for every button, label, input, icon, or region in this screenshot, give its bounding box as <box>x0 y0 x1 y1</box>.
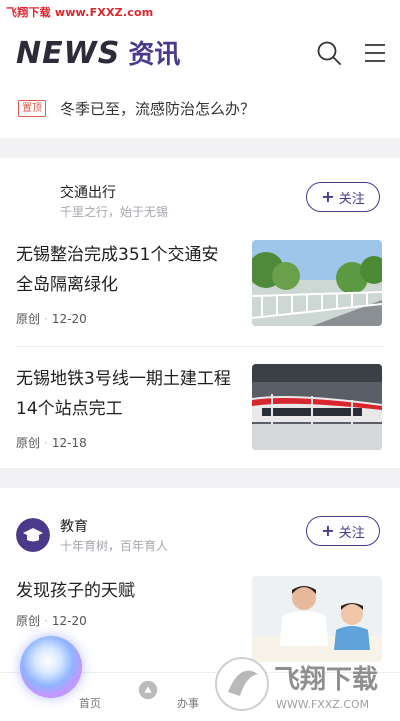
app-header: NEWS 资讯 <box>0 28 400 78</box>
graduation-cap-icon <box>16 518 50 552</box>
section-header-education: 教育 十年育树，百年育人 + 关注 <box>0 510 400 558</box>
plus-icon: + <box>321 187 335 206</box>
brand-en: NEWS <box>16 36 121 71</box>
brand-logo: NEWS 资讯 <box>16 34 180 71</box>
assistant-orb-button[interactable] <box>20 636 82 698</box>
follow-button[interactable]: + 关注 <box>306 516 380 546</box>
article-title: 无锡地铁3号线一期土建工程14个站点完工 <box>16 369 231 419</box>
article-meta: 原创 · 12-20 <box>16 614 87 628</box>
article-source: 原创 <box>16 312 41 326</box>
follow-button[interactable]: + 关注 <box>306 182 380 212</box>
watermark-logo-url: WWW.FXXZ.COM <box>276 698 369 711</box>
section-separator <box>0 468 400 488</box>
article-title: 无锡整治完成351个交通安全岛隔离绿化 <box>16 245 219 295</box>
article-meta: 原创 · 12-20 <box>16 312 87 326</box>
search-icon[interactable] <box>316 40 342 66</box>
section-name[interactable]: 教育 <box>60 516 88 536</box>
article-date: 12-20 <box>51 312 87 326</box>
pinned-news[interactable]: 置顶 冬季已至，流感防治怎么办？ <box>0 90 400 126</box>
article-date: 12-20 <box>51 614 87 628</box>
pinned-title: 冬季已至，流感防治怎么办？ <box>60 99 256 118</box>
menu-icon[interactable] <box>362 40 388 66</box>
section-name[interactable]: 交通出行 <box>60 182 116 202</box>
article-source: 原创 <box>16 436 41 450</box>
plus-icon: + <box>321 521 335 540</box>
follow-label: 关注 <box>338 525 365 541</box>
section-separator <box>0 138 400 158</box>
divider <box>16 346 384 347</box>
section-subtitle: 千里之行，始于无锡 <box>60 205 169 219</box>
pinned-badge: 置顶 <box>18 99 46 117</box>
brand-cn: 资讯 <box>128 40 181 70</box>
article-thumbnail-metro-image <box>252 364 382 450</box>
article-title: 发现孩子的天赋 <box>16 581 135 601</box>
watermark-logo-cn: 飞翔下载 <box>274 665 378 695</box>
section-header-traffic: 交通出行 千里之行，始于无锡 + 关注 <box>0 176 400 224</box>
section-avatar <box>16 184 50 218</box>
article-date: 12-18 <box>51 436 87 450</box>
follow-label: 关注 <box>338 191 365 207</box>
article-thumbnail-road-image <box>252 240 382 326</box>
article-thumbnail-parent-child-image <box>252 576 382 662</box>
article-meta: 原创 · 12-18 <box>16 436 87 450</box>
watermark-logo: 飞翔下载 WWW.FXXZ.COM <box>215 657 378 711</box>
article-item[interactable]: 无锡整治完成351个交通安全岛隔离绿化 原创 · 12-20 <box>0 240 400 336</box>
article-item[interactable]: 无锡地铁3号线一期土建工程14个站点完工 原创 · 12-18 <box>0 364 400 460</box>
article-source: 原创 <box>16 614 41 628</box>
tab-services[interactable]: 办事 <box>108 673 199 721</box>
watermark-text: 飞翔下载 www.FXXZ.com <box>6 6 154 19</box>
section-subtitle: 十年育树，百年育人 <box>60 539 169 553</box>
